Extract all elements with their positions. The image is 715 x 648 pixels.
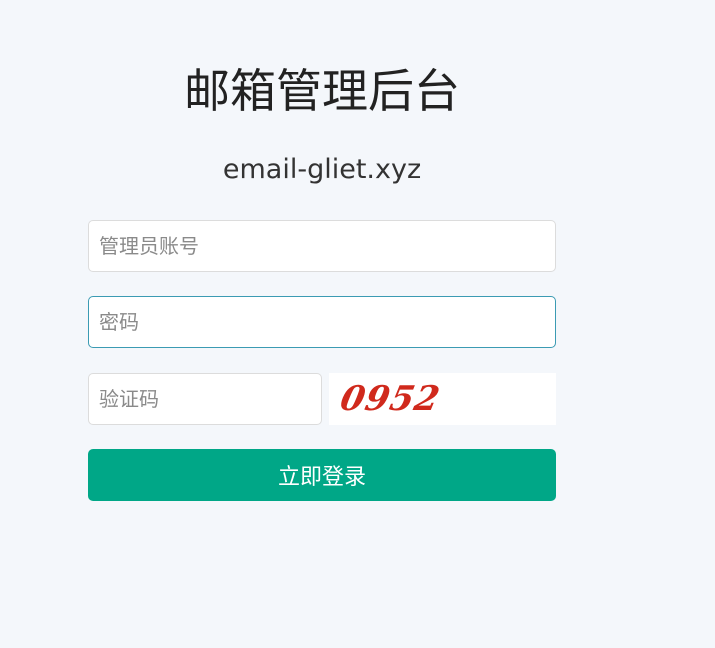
captcha-input[interactable] [88,373,322,425]
captcha-code: 0952 [336,379,444,419]
admin-account-input[interactable] [88,220,556,272]
captcha-image[interactable]: 0952 [329,373,556,425]
login-button[interactable]: 立即登录 [88,449,556,501]
page-title: 邮箱管理后台 [184,64,460,118]
password-input[interactable] [88,296,556,348]
site-domain: email-gliet.xyz [222,154,422,185]
